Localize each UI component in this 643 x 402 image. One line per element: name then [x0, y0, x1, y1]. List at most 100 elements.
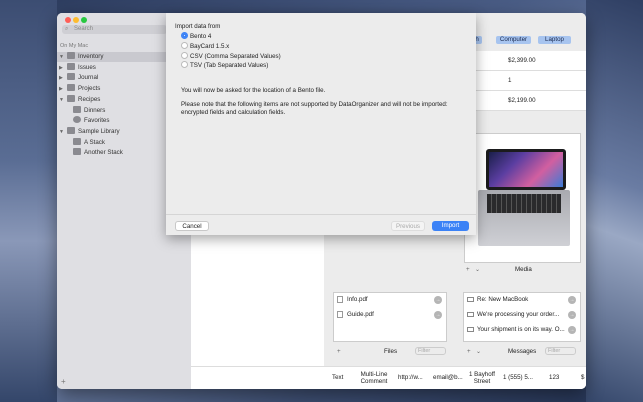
library-icon — [67, 63, 75, 71]
radio-tsv[interactable]: TSV (Tab Separated Values) — [181, 60, 268, 70]
cancel-button[interactable]: Cancel — [175, 221, 209, 231]
radio-bento[interactable]: Bento 4 — [181, 31, 211, 41]
radio-selected-icon — [181, 31, 188, 39]
minimize-window-button[interactable] — [73, 17, 79, 23]
disclosure-icon[interactable]: ▶ — [59, 73, 65, 83]
list-item[interactable]: Re: New MacBook — [467, 295, 528, 305]
close-window-button[interactable] — [65, 17, 71, 23]
desktop-right — [586, 0, 643, 402]
media-label: Media — [515, 266, 532, 273]
search-input[interactable]: ⌕ Search — [62, 25, 167, 34]
sidebar-item-label: Projects — [78, 85, 101, 92]
media-footer: + ⌄ Media — [464, 266, 581, 276]
list-item[interactable]: Your shipment is on its way. O... — [467, 325, 565, 335]
library-icon — [67, 84, 75, 92]
add-message-button[interactable]: + — [467, 348, 471, 355]
sidebar-item-a-stack[interactable]: A Stack — [71, 138, 105, 148]
table-cell[interactable]: 1 Bayhoff Street — [467, 371, 497, 385]
table-cell[interactable]: Multi-Line Comment — [359, 371, 389, 385]
messages-panel: Re: New MacBook → We're processing your … — [463, 292, 581, 342]
bottom-record-row: Text Multi-Line Comment http://w... emai… — [191, 366, 586, 389]
tab-laptop[interactable]: Laptop — [538, 36, 571, 44]
library-icon — [67, 95, 75, 103]
dialog-message: You will now be asked for the location o… — [181, 87, 326, 94]
table-cell[interactable]: 123 — [549, 374, 559, 381]
disclosure-icon[interactable]: ▼ — [59, 127, 65, 137]
open-message-button[interactable]: → — [568, 311, 576, 319]
sidebar-item-label: Dinners — [84, 107, 106, 114]
radio-baycard[interactable]: BayCard 1.5.x — [181, 41, 229, 51]
add-library-button[interactable]: + — [61, 377, 66, 386]
messages-label: Messages — [508, 348, 537, 355]
dialog-note-detail: encrypted fields and calculation fields. — [181, 109, 286, 116]
sidebar-item-label: Favorites — [84, 117, 110, 124]
gear-icon — [73, 116, 81, 124]
laptop-image — [478, 149, 572, 246]
files-label: Files — [384, 348, 398, 355]
dialog-title: Import data from — [175, 23, 221, 30]
tab-computer[interactable]: Computer — [496, 36, 531, 44]
table-cell[interactable]: email@b... — [433, 374, 463, 381]
sidebar-item-label: Inventory — [78, 53, 104, 60]
add-media-button[interactable]: + — [466, 266, 470, 273]
sidebar-item-recipes[interactable]: ▼ Recipes — [59, 95, 100, 105]
sidebar-item-issues[interactable]: ▶ Issues — [59, 63, 96, 73]
sidebar-item-journal[interactable]: ▶ Journal — [59, 73, 98, 83]
table-row[interactable]: 1 — [469, 71, 586, 91]
dialog-note: Please note that the following items are… — [181, 101, 448, 108]
price-cell: $2,199.00 — [508, 97, 536, 104]
table-row[interactable]: $2,399.00 — [469, 51, 586, 71]
quantity-cell: 1 — [508, 77, 512, 84]
list-item[interactable]: Info.pdf — [337, 295, 368, 305]
add-file-button[interactable]: + — [337, 348, 341, 355]
import-button[interactable]: Import — [432, 221, 469, 231]
radio-icon — [181, 60, 188, 68]
pdf-icon — [337, 310, 343, 318]
zoom-window-button[interactable] — [81, 17, 87, 23]
open-message-button[interactable]: → — [568, 326, 576, 334]
files-panel: Info.pdf → Guide.pdf → — [333, 292, 447, 342]
media-panel[interactable] — [464, 133, 581, 263]
dialog-divider — [166, 214, 476, 215]
import-dialog: Import data from Bento 4 BayCard 1.5.x C… — [166, 13, 476, 235]
traffic-lights — [65, 17, 89, 25]
disclosure-icon[interactable]: ▶ — [59, 63, 65, 73]
library-icon — [67, 52, 75, 60]
open-file-button[interactable]: → — [434, 296, 442, 304]
disclosure-icon[interactable]: ▶ — [59, 84, 65, 94]
desktop-left — [0, 0, 57, 402]
price-cell: $2,399.00 — [508, 57, 536, 64]
files-filter-input[interactable]: Filter — [415, 347, 446, 355]
search-placeholder: Search — [74, 26, 94, 32]
envelope-icon — [467, 311, 474, 317]
table-cell[interactable]: $ — [581, 374, 584, 381]
sidebar-item-another-stack[interactable]: Another Stack — [71, 148, 123, 158]
sidebar-item-projects[interactable]: ▶ Projects — [59, 84, 100, 94]
table-cell[interactable]: Text — [332, 374, 343, 381]
radio-csv[interactable]: CSV (Comma Separated Values) — [181, 51, 281, 61]
open-message-button[interactable]: → — [568, 296, 576, 304]
sidebar-item-label: Recipes — [78, 96, 101, 103]
section-title: On My Mac — [60, 43, 89, 49]
sidebar-item-dinners[interactable]: Dinners — [71, 106, 105, 116]
envelope-icon — [467, 326, 474, 332]
chevron-down-icon[interactable]: ⌄ — [475, 266, 480, 273]
chevron-down-icon[interactable]: ⌄ — [476, 348, 481, 355]
messages-filter-input[interactable]: Filter — [545, 347, 576, 355]
list-item[interactable]: We're processing your order... — [467, 310, 559, 320]
sidebar-item-label: A Stack — [84, 139, 105, 146]
list-item[interactable]: Guide.pdf — [337, 310, 374, 320]
sidebar-item-label: Journal — [78, 74, 99, 81]
disclosure-icon[interactable]: ▼ — [59, 52, 65, 62]
open-file-button[interactable]: → — [434, 311, 442, 319]
stack-icon — [73, 138, 81, 146]
previous-button[interactable]: Previous — [391, 221, 425, 231]
collection-icon — [73, 106, 81, 114]
table-row[interactable]: $2,199.00 — [469, 91, 586, 111]
table-cell[interactable]: 1 (555) 5... — [503, 374, 533, 381]
disclosure-icon[interactable]: ▼ — [59, 95, 65, 105]
library-icon — [67, 127, 75, 135]
table-cell[interactable]: http://w... — [398, 374, 423, 381]
sidebar-item-sample-library[interactable]: ▼ Sample Library — [59, 127, 120, 137]
sidebar-item-favorites[interactable]: Favorites — [71, 116, 109, 126]
